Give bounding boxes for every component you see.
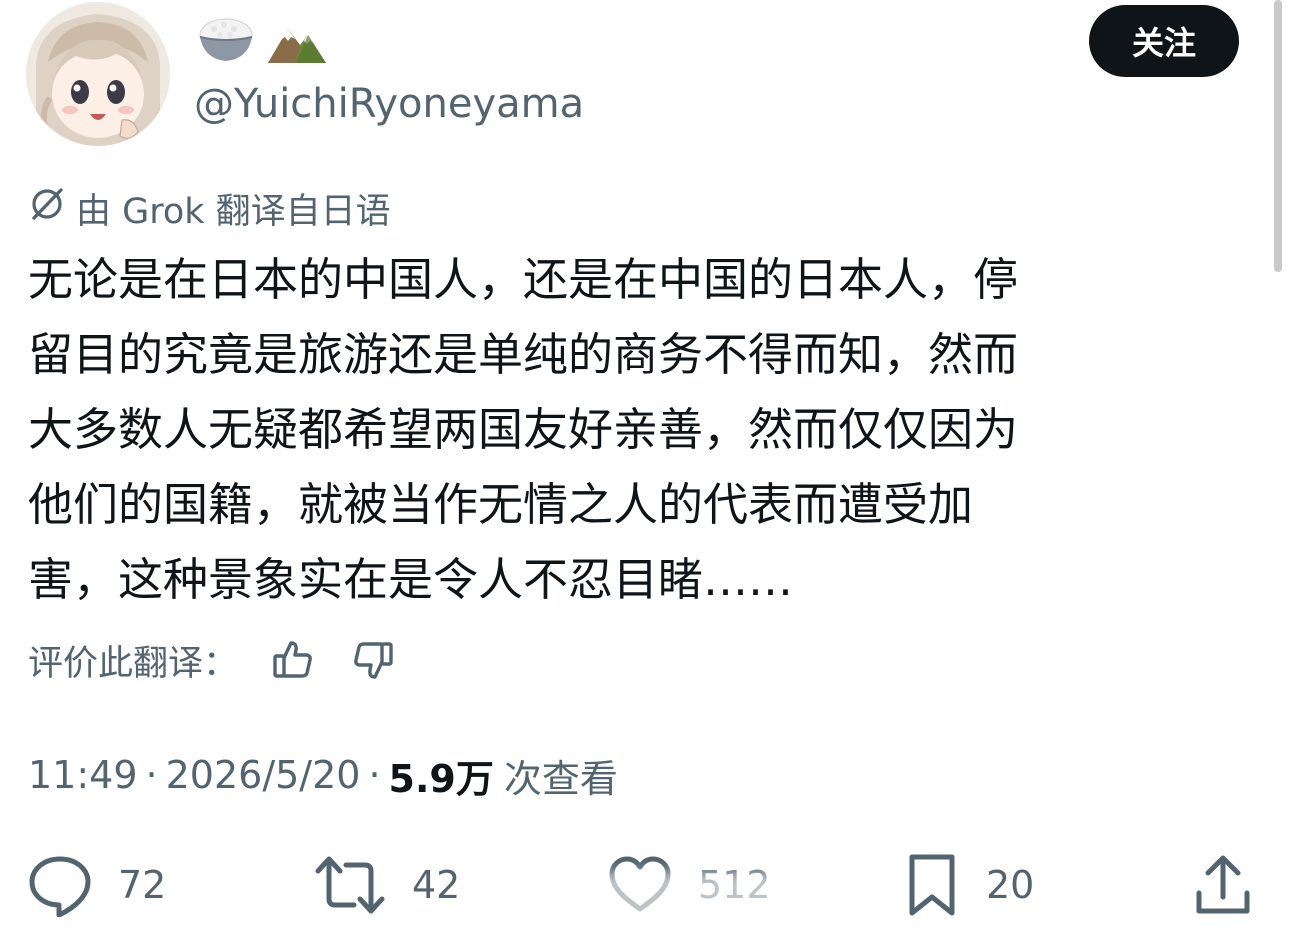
- thumbs-up-button[interactable]: [268, 635, 318, 685]
- grok-icon: [28, 185, 66, 232]
- tweet-text-line: 大多数人无疑都希望两国友好亲善，然而仅仅因为: [28, 403, 1019, 456]
- tweet-time[interactable]: 11:49: [28, 753, 138, 797]
- bookmark-button[interactable]: 20: [904, 850, 1034, 920]
- meta-separator: ·: [145, 753, 158, 797]
- rice-bowl-icon: [196, 15, 256, 71]
- views-label: 次查看: [503, 756, 618, 801]
- retweet-count: 42: [412, 863, 461, 907]
- rate-translation-row: 评价此翻译：: [28, 630, 398, 690]
- blur-overlay: [478, 872, 818, 924]
- tweet-meta: 11:49 · 2026/5/20 · 5.9万 次查看: [28, 745, 618, 805]
- reply-button[interactable]: 72: [28, 850, 166, 920]
- thumbs-down-icon: [354, 642, 393, 679]
- reply-icon: [29, 856, 91, 917]
- snow-capped-mountain-icon: [266, 15, 328, 71]
- thumbs-down-button[interactable]: [348, 635, 398, 685]
- retweet-icon: [315, 856, 385, 914]
- share-icon: [1196, 855, 1250, 914]
- thumbs-up-icon: [273, 641, 312, 678]
- grok-translation-label[interactable]: 由 Grok 翻译自日语: [28, 182, 391, 234]
- translation-label-text: 由 Grok 翻译自日语: [76, 191, 391, 232]
- bookmark-icon: [909, 854, 955, 916]
- retweet-button[interactable]: 42: [314, 850, 460, 920]
- avatar-illustration: [26, 2, 170, 146]
- tweet-text: 无论是在日本的中国人，还是在中国的日本人，停 留目的究竟是旅游还是单纯的商务不得…: [28, 242, 1228, 617]
- bookmark-count: 20: [986, 863, 1035, 907]
- display-name[interactable]: [196, 10, 328, 76]
- tweet-text-line: 留目的究竟是旅游还是单纯的商务不得而知，然而: [28, 328, 1019, 381]
- meta-separator: ·: [368, 753, 381, 797]
- avatar[interactable]: [26, 2, 170, 146]
- tweet-text-line: 害，这种景象实在是令人不忍目睹……: [28, 553, 794, 606]
- tweet-date[interactable]: 2026/5/20: [166, 753, 361, 797]
- tweet-text-line: 无论是在日本的中国人，还是在中国的日本人，停: [28, 253, 1019, 306]
- reply-count: 72: [118, 863, 167, 907]
- scrollbar[interactable]: [1274, 0, 1282, 272]
- author-handle[interactable]: @YuichiRyoneyama: [194, 76, 584, 132]
- follow-button[interactable]: 关注: [1089, 5, 1239, 77]
- views-count[interactable]: 5.9万: [389, 748, 494, 803]
- tweet-text-line: 他们的国籍，就被当作无情之人的代表而遭受加: [28, 478, 974, 531]
- share-button[interactable]: [1194, 850, 1252, 920]
- rate-translation-label: 评价此翻译：: [28, 643, 239, 684]
